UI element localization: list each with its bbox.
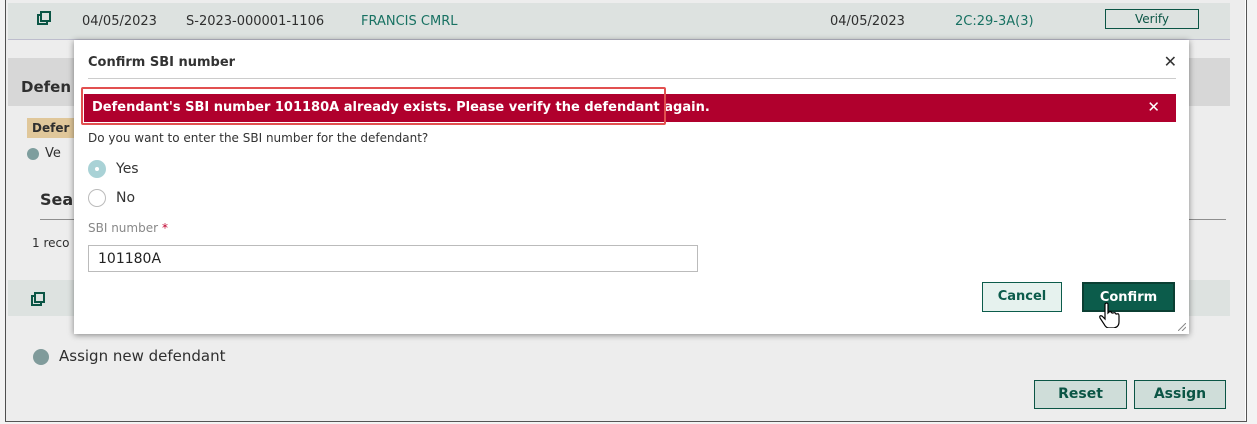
radio-no-label: No (116, 190, 136, 206)
radio-selected-icon (88, 160, 106, 178)
radio-yes-label: Yes (116, 161, 139, 177)
close-icon[interactable]: ✕ (1164, 52, 1177, 71)
radio-unselected-icon (88, 189, 106, 207)
sbi-label-text: SBI number (88, 221, 159, 235)
sbi-number-input[interactable] (88, 245, 698, 272)
cancel-button[interactable]: Cancel (982, 282, 1062, 312)
sbi-number-label: SBI number * (88, 221, 168, 235)
dialog-title: Confirm SBI number (88, 55, 236, 70)
resize-handle-icon[interactable] (1178, 323, 1186, 331)
alert-close-icon[interactable]: ✕ (1147, 98, 1160, 116)
confirm-button[interactable]: Confirm (1082, 282, 1175, 312)
alert-message: Defendant's SBI number 101180A already e… (92, 100, 710, 115)
question-text: Do you want to enter the SBI number for … (88, 131, 429, 145)
divider (88, 78, 1176, 79)
radio-yes[interactable]: Yes (88, 160, 139, 178)
hand-cursor-icon (1099, 302, 1120, 328)
confirm-sbi-dialog: Confirm SBI number ✕ Defendant's SBI num… (74, 40, 1189, 334)
required-marker: * (162, 221, 169, 235)
radio-no[interactable]: No (88, 189, 135, 207)
error-alert: Defendant's SBI number 101180A already e… (84, 94, 1176, 122)
